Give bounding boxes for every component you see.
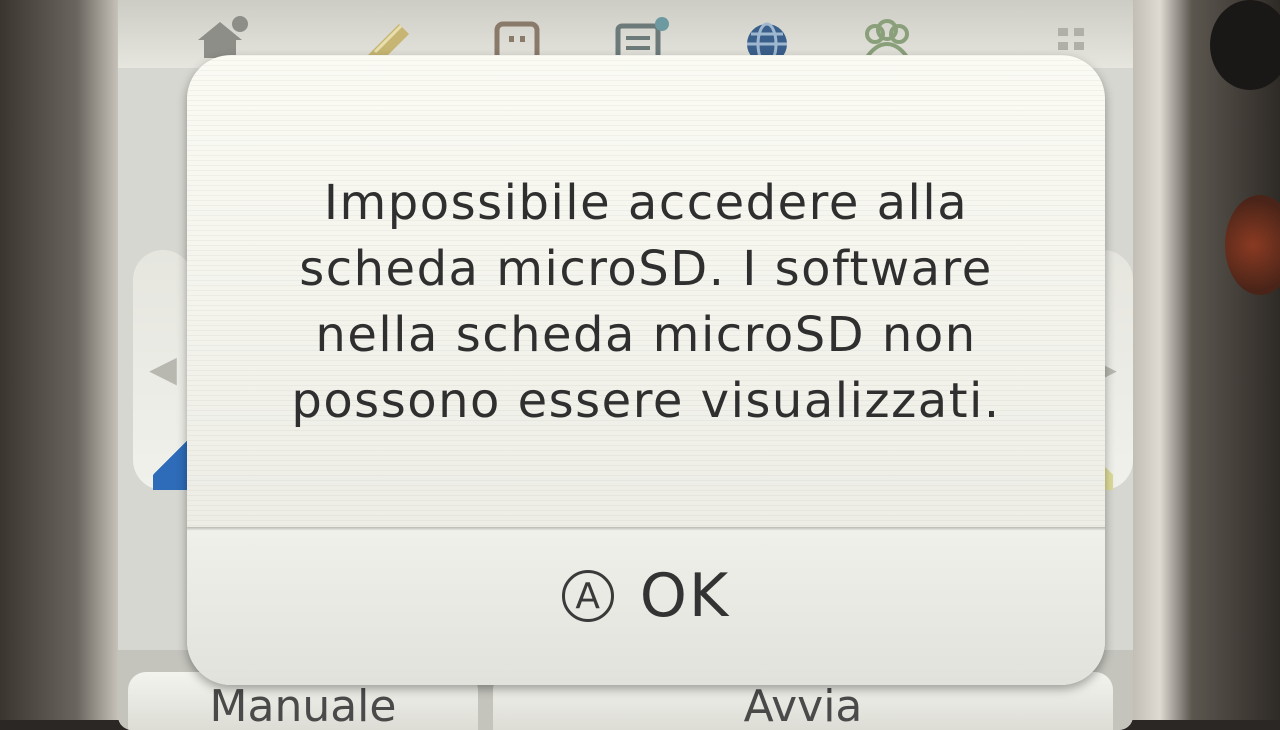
notes-icon[interactable] <box>353 10 421 60</box>
character-face-icon[interactable] <box>483 10 551 60</box>
friends-icon[interactable] <box>853 10 921 60</box>
a-button-icon: A <box>561 570 614 622</box>
hardware-button-top <box>1210 0 1280 90</box>
error-message: Impossibile accedere alla scheda microSD… <box>291 175 1001 429</box>
ok-button-label: OK <box>639 561 731 631</box>
scroll-left-panel[interactable]: ◀ <box>133 250 193 490</box>
error-dialog: Impossibile accedere alla scheda microSD… <box>187 55 1105 685</box>
home-settings-icon[interactable] <box>188 10 256 60</box>
news-icon[interactable] <box>608 10 676 60</box>
grid-menu-icon[interactable] <box>1038 10 1106 60</box>
device-bezel-right <box>1120 0 1280 720</box>
arrow-left-icon: ◀ <box>149 349 177 390</box>
ok-button[interactable]: A OK <box>187 531 1105 685</box>
internet-browser-icon[interactable] <box>733 10 801 60</box>
